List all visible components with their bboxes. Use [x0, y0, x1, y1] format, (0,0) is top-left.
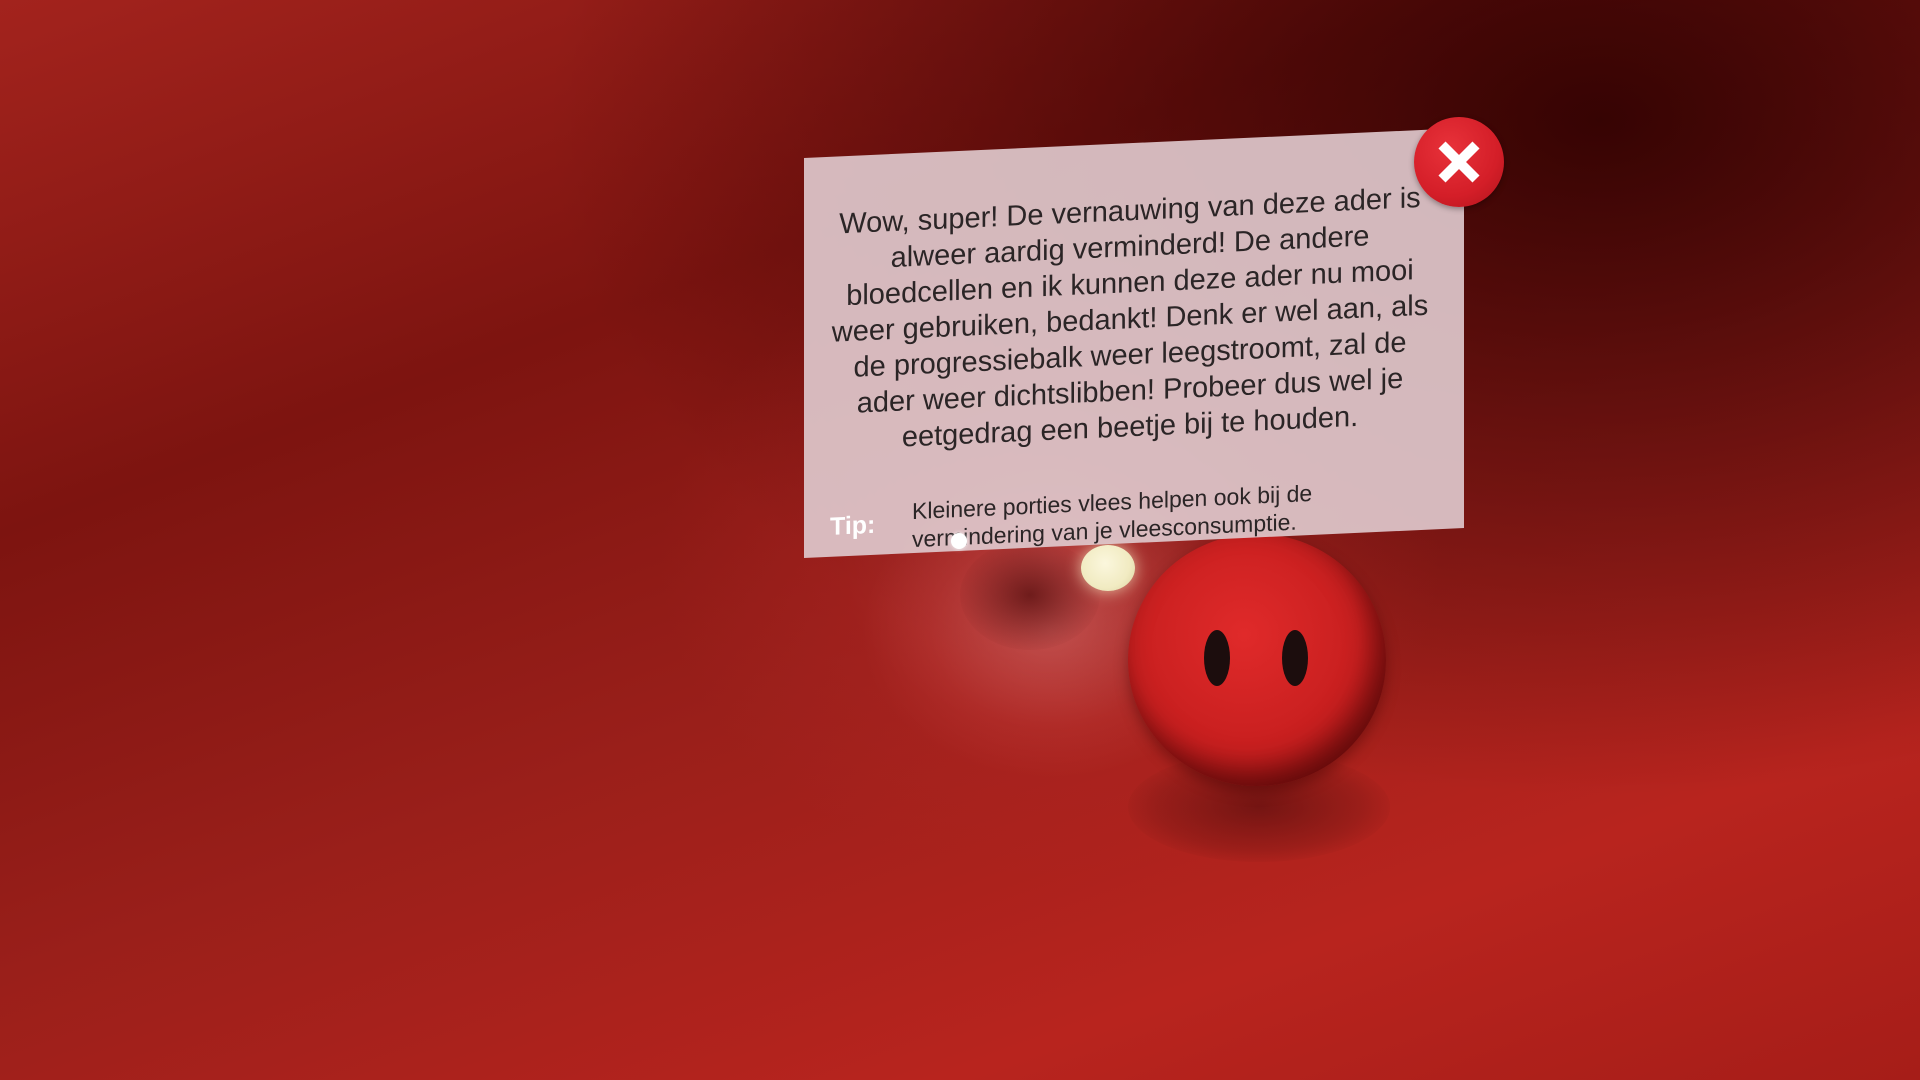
blood-cell-character [1128, 534, 1386, 786]
character-right-eye [1282, 630, 1308, 686]
vein-tunnel-depth [960, 540, 1100, 650]
glowing-orb [1081, 545, 1135, 591]
gaze-pointer-dot [951, 533, 967, 549]
dialog-message: Wow, super! De vernauwing van deze ader … [831, 181, 1429, 454]
close-icon [1438, 141, 1480, 183]
dialog-panel: Wow, super! De vernauwing van deze ader … [804, 128, 1464, 558]
tip-text: Kleinere porties vlees helpen ook bij de… [912, 479, 1313, 553]
character-left-eye [1204, 630, 1230, 686]
tip-label: Tip: [830, 510, 876, 541]
close-button[interactable] [1414, 117, 1504, 207]
game-scene: Wow, super! De vernauwing van deze ader … [0, 0, 1920, 1080]
